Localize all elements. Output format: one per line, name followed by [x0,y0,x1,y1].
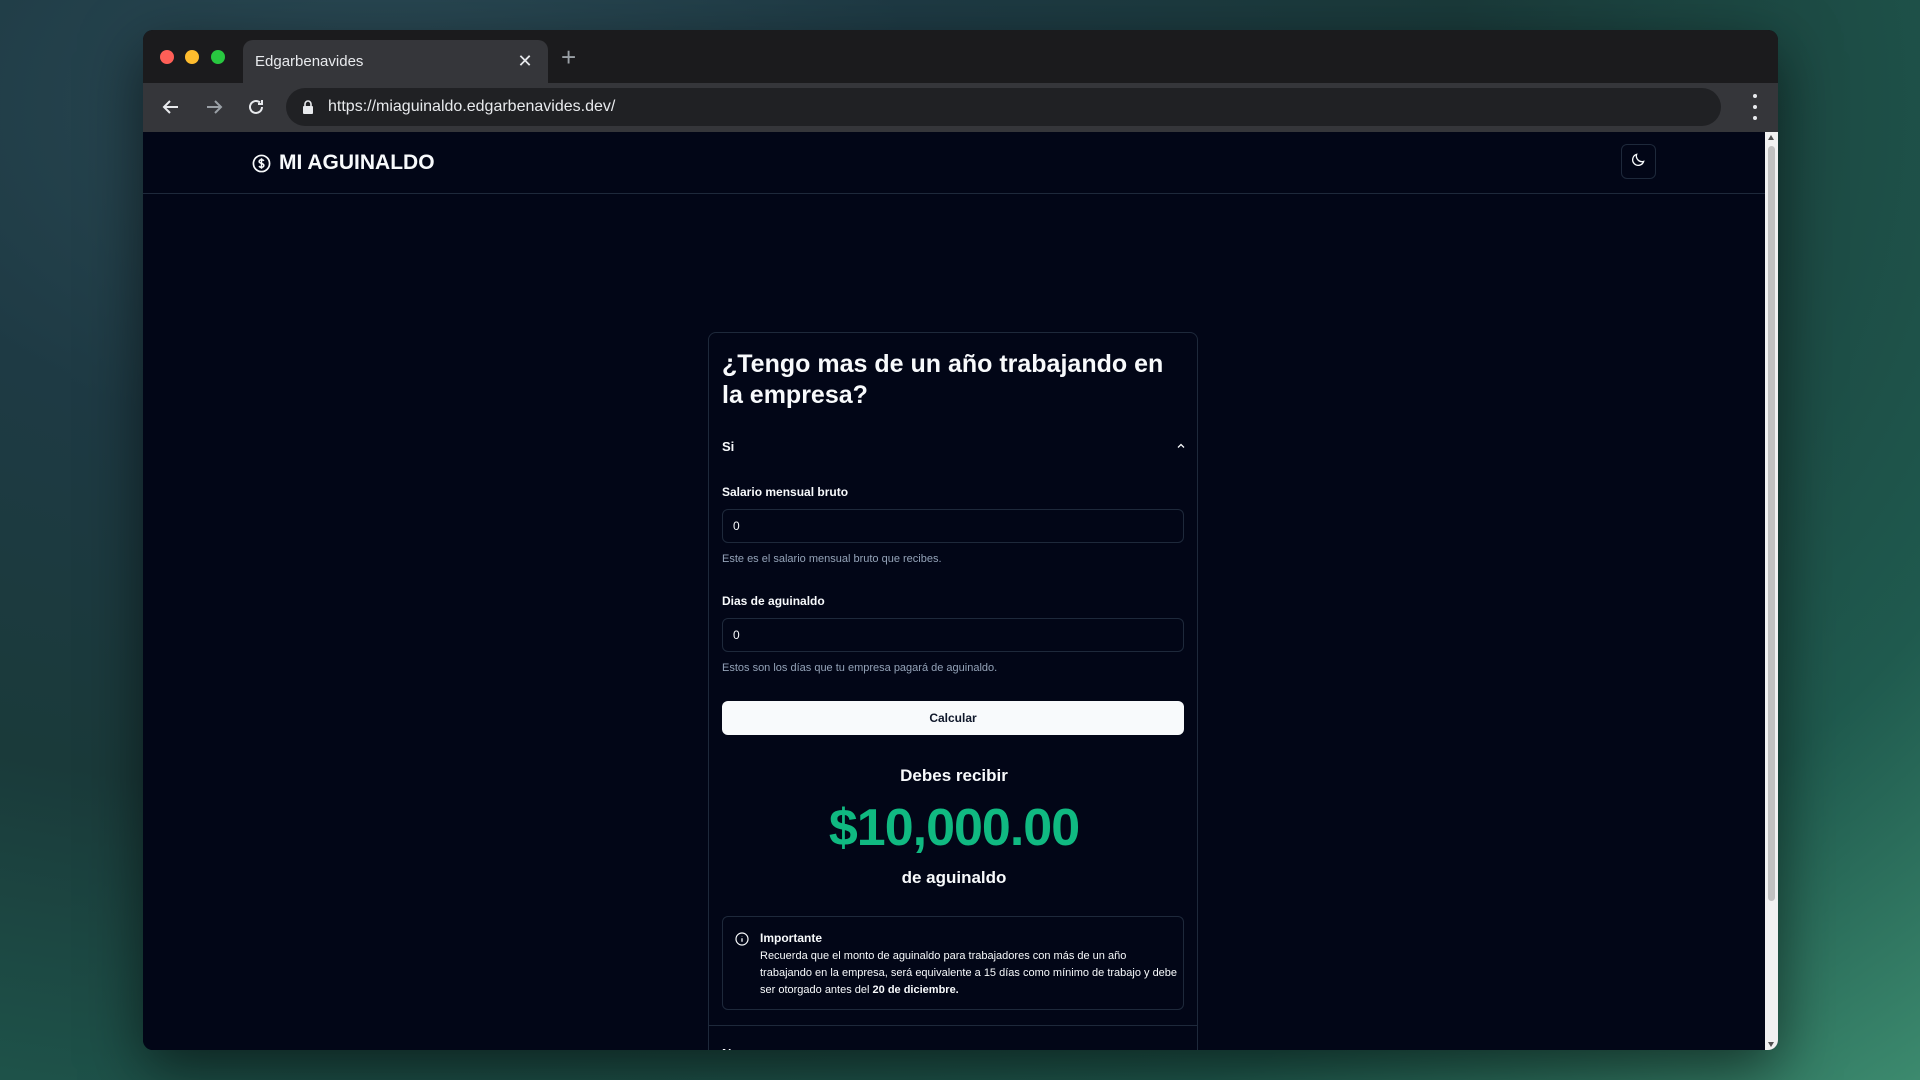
tab-title: Edgarbenavides [255,53,364,70]
accordion-si-label: Si [722,439,735,454]
result-amount: $10,000.00 [828,799,1080,857]
accordion-no-header[interactable]: No [722,1046,1186,1050]
back-arrow-icon[interactable] [157,93,185,121]
scroll-thumb[interactable] [1768,146,1775,901]
scroll-down-arrow-icon[interactable] [1768,1042,1774,1047]
browser-tab[interactable]: Edgarbenavides ✕ [243,40,548,83]
moon-icon [1631,152,1646,172]
page-scrollbar[interactable] [1765,132,1778,1050]
calculator-card: ¿Tengo mas de un año trabajando en la em… [708,332,1198,1050]
reload-icon[interactable] [242,93,270,121]
days-label: Dias de aguinaldo [722,594,825,608]
title-bar: Edgarbenavides ✕ + [143,30,1778,83]
calculate-button[interactable]: Calcular [722,701,1184,735]
card-title: ¿Tengo mas de un año trabajando en la em… [722,350,1164,409]
close-window-button[interactable] [160,50,174,64]
url-text: https://miaguinaldo.edgarbenavides.dev/ [328,98,616,115]
salary-label: Salario mensual bruto [722,485,849,499]
chevron-up-icon [1176,439,1186,454]
page-viewport: MI AGUINALDO ¿Tengo mas de un año trabaj… [143,132,1765,1050]
days-input[interactable]: 0 [722,618,1184,652]
scroll-up-arrow-icon[interactable] [1768,135,1774,140]
accordion-no-label: No [722,1046,739,1050]
lock-icon [302,100,314,114]
browser-toolbar: https://miaguinaldo.edgarbenavides.dev/ [143,83,1778,132]
site-header: MI AGUINALDO [143,132,1765,194]
result-suffix: de aguinaldo [901,868,1007,887]
alert-title: Importante [760,931,823,945]
dollar-circle-icon [252,154,271,173]
alert-body-date: 20 de diciembre. [872,984,959,996]
theme-toggle-button[interactable] [1621,144,1656,179]
important-alert: Importante Recuerda que el monto de agui… [722,916,1184,1010]
new-tab-icon[interactable]: + [561,44,576,70]
brand-logo[interactable]: MI AGUINALDO [252,151,435,175]
salary-input[interactable]: 0 [722,509,1184,543]
minimize-window-button[interactable] [185,50,199,64]
info-circle-icon [735,932,749,946]
salary-hint: Este es el salario mensual bruto que rec… [722,553,942,565]
alert-body-text: Recuerda que el monto de aguinaldo para … [760,950,1178,996]
alert-body: Recuerda que el monto de aguinaldo para … [760,948,1178,999]
days-hint: Estos son los días que tu empresa pagará… [722,662,998,674]
address-bar[interactable]: https://miaguinaldo.edgarbenavides.dev/ [286,88,1721,126]
result-prefix: Debes recibir [900,766,1008,785]
forward-arrow-icon[interactable] [200,93,228,121]
tab-close-icon[interactable]: ✕ [514,50,536,72]
more-menu-icon[interactable] [1752,94,1758,120]
maximize-window-button[interactable] [211,50,225,64]
accordion-divider [709,1025,1197,1026]
chevron-down-icon [1176,1046,1186,1050]
brand-text: MI AGUINALDO [279,151,435,174]
accordion-si-header[interactable]: Si [722,439,1186,454]
browser-window: Edgarbenavides ✕ + https://miaguinaldo.e… [143,30,1778,1050]
